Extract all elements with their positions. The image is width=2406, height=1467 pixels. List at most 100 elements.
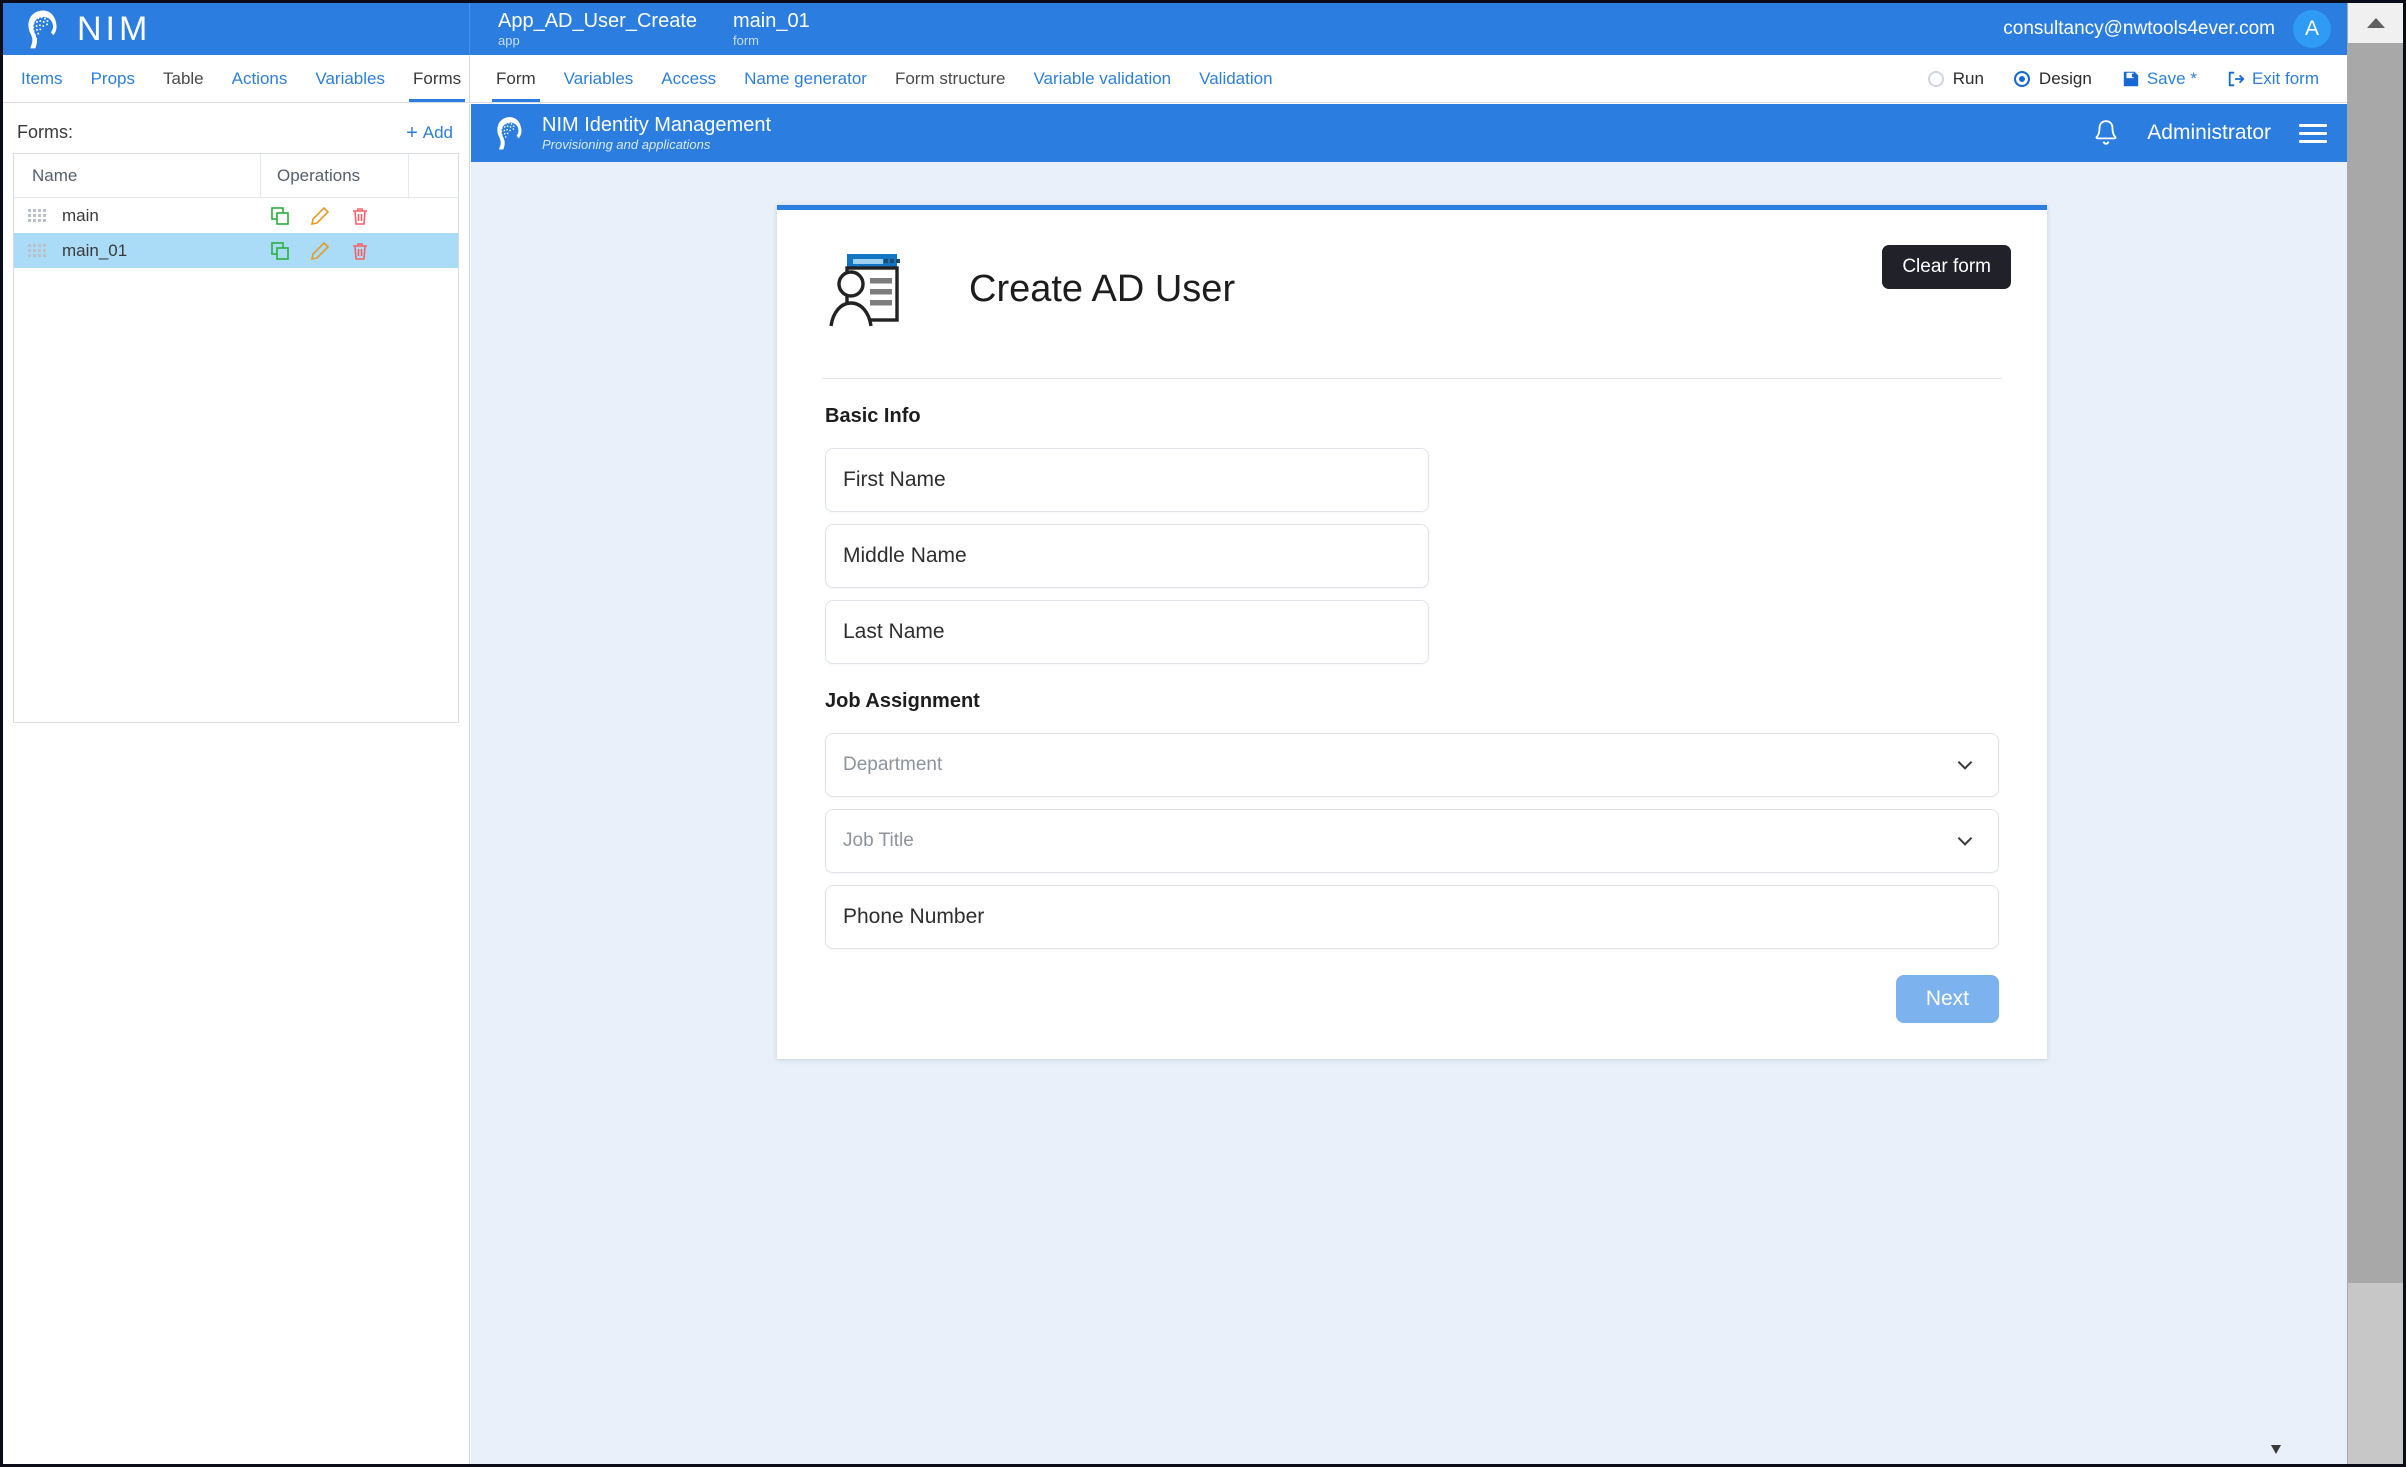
tab-toolbar: Items Props Table Actions Variables Form… [3,55,2353,103]
copy-icon[interactable] [270,206,290,226]
user-zone: consultancy@nwtools4ever.com A [2003,3,2353,55]
first-name-field[interactable]: First Name [825,448,1429,512]
application-window: NIM App_AD_User_Create app main_01 form … [0,0,2406,1467]
tab-variable-validation[interactable]: Variable validation [1033,55,1171,102]
preview-app-header: NIM Identity Management Provisioning and… [471,104,2353,162]
hamburger-icon[interactable] [2299,124,2327,143]
table-row[interactable]: main_01 [14,233,458,268]
tab-form-variables[interactable]: Variables [564,55,634,102]
row-operations-cell [260,206,408,226]
job-title-label: Job Title [826,830,914,852]
basic-info-fields: First Name Middle Name Last Name [777,448,2047,664]
tab-items[interactable]: Items [21,55,63,102]
scroll-caret-icon [2271,1445,2281,1454]
phone-number-field[interactable]: Phone Number [825,885,1999,949]
section-title-job-assignment: Job Assignment [777,664,2047,721]
tab-name-generator[interactable]: Name generator [744,55,867,102]
next-button[interactable]: Next [1896,975,1999,1023]
pencil-icon[interactable] [310,206,330,226]
forms-table: Name Operations main [13,153,459,723]
tab-table[interactable]: Table [163,55,204,102]
row-name-label: main_01 [62,241,127,261]
save-button[interactable]: Save * [2122,69,2197,89]
floppy-disk-icon [2122,70,2140,88]
radio-run[interactable]: Run [1928,69,1984,89]
window-scrollbar[interactable] [2347,3,2403,1464]
job-title-select[interactable]: Job Title [825,809,1999,873]
save-label: Save * [2147,69,2197,89]
form-tabs: Form Variables Access Name generator For… [470,55,2353,102]
tab-access[interactable]: Access [661,55,716,102]
forms-panel-title: Forms: [17,122,73,143]
plus-icon: + [406,123,418,143]
pencil-icon[interactable] [310,241,330,261]
exit-form-label: Exit form [2252,69,2319,89]
preview-header-actions: Administrator [2093,119,2327,147]
forms-panel-header: Forms: + Add [13,122,459,153]
last-name-field[interactable]: Last Name [825,600,1429,664]
forms-table-header: Name Operations [14,154,458,198]
radio-run-dot [1928,71,1944,87]
trash-icon[interactable] [350,241,370,261]
form-preview-canvas: NIM Identity Management Provisioning and… [471,104,2353,1464]
department-label: Department [826,754,942,776]
exit-form-button[interactable]: Exit form [2227,69,2319,89]
row-name-cell: main [14,206,260,226]
row-name-label: main [62,206,99,226]
tab-actions[interactable]: Actions [232,55,288,102]
nim-head-logo-icon [491,115,527,151]
department-select[interactable]: Department [825,733,1999,797]
column-header-spacer [408,154,458,197]
middle-name-label: Middle Name [826,544,967,568]
context-form-name: main_01 [733,10,810,32]
trash-icon[interactable] [350,206,370,226]
clear-form-button[interactable]: Clear form [1882,245,2011,289]
user-email: consultancy@nwtools4ever.com [2003,18,2275,40]
radio-design[interactable]: Design [2014,69,2092,89]
preview-app-subtitle: Provisioning and applications [542,137,771,153]
brand-zone: NIM [3,3,470,55]
context-app[interactable]: App_AD_User_Create app [498,10,697,49]
card-footer: Next [777,949,2047,1059]
drag-grip-icon[interactable] [28,209,44,223]
row-operations-cell [260,241,408,261]
section-title-basic-info: Basic Info [777,379,2047,436]
job-assignment-fields: Department Job Title Phone Number [777,733,2047,949]
card-header: Create AD User Clear form [777,210,2047,340]
drag-grip-icon[interactable] [28,244,44,258]
forms-panel: Forms: + Add Name Operations mai [3,104,470,1464]
exit-arrow-icon [2227,70,2245,88]
tab-variables[interactable]: Variables [315,55,385,102]
preview-app-title: NIM Identity Management [542,114,771,137]
middle-name-field[interactable]: Middle Name [825,524,1429,588]
row-name-cell: main_01 [14,241,260,261]
scroll-up-button[interactable] [2348,3,2403,43]
avatar[interactable]: A [2293,10,2331,48]
page-title: Create AD User [969,268,1235,311]
context-app-type: app [498,33,697,49]
tab-validation[interactable]: Validation [1199,55,1272,102]
nim-head-logo-icon [21,8,63,50]
table-row[interactable]: main [14,198,458,233]
scrollbar-thumb[interactable] [2348,43,2403,1283]
mode-toolbar: Run Design Save * Exit form [1928,69,2353,89]
chevron-down-icon [1954,830,1976,852]
tab-form-structure[interactable]: Form structure [895,55,1006,102]
last-name-label: Last Name [826,620,945,644]
phone-number-label: Phone Number [826,905,984,929]
context-form-type: form [733,33,810,49]
tab-form[interactable]: Form [496,55,536,102]
first-name-label: First Name [826,468,946,492]
top-header-bar: NIM App_AD_User_Create app main_01 form … [3,3,2353,55]
form-card-wrapper: Create AD User Clear form Basic Info Fir… [471,162,2353,1059]
add-form-button[interactable]: + Add [406,123,453,143]
user-card-icon [823,240,923,340]
tab-forms[interactable]: Forms [413,55,461,102]
context-form[interactable]: main_01 form [733,10,810,49]
radio-design-label: Design [2039,69,2092,89]
preview-user-label: Administrator [2147,121,2271,145]
bell-icon[interactable] [2093,119,2119,147]
tab-props[interactable]: Props [91,55,135,102]
app-tabs: Items Props Table Actions Variables Form… [3,55,470,102]
copy-icon[interactable] [270,241,290,261]
